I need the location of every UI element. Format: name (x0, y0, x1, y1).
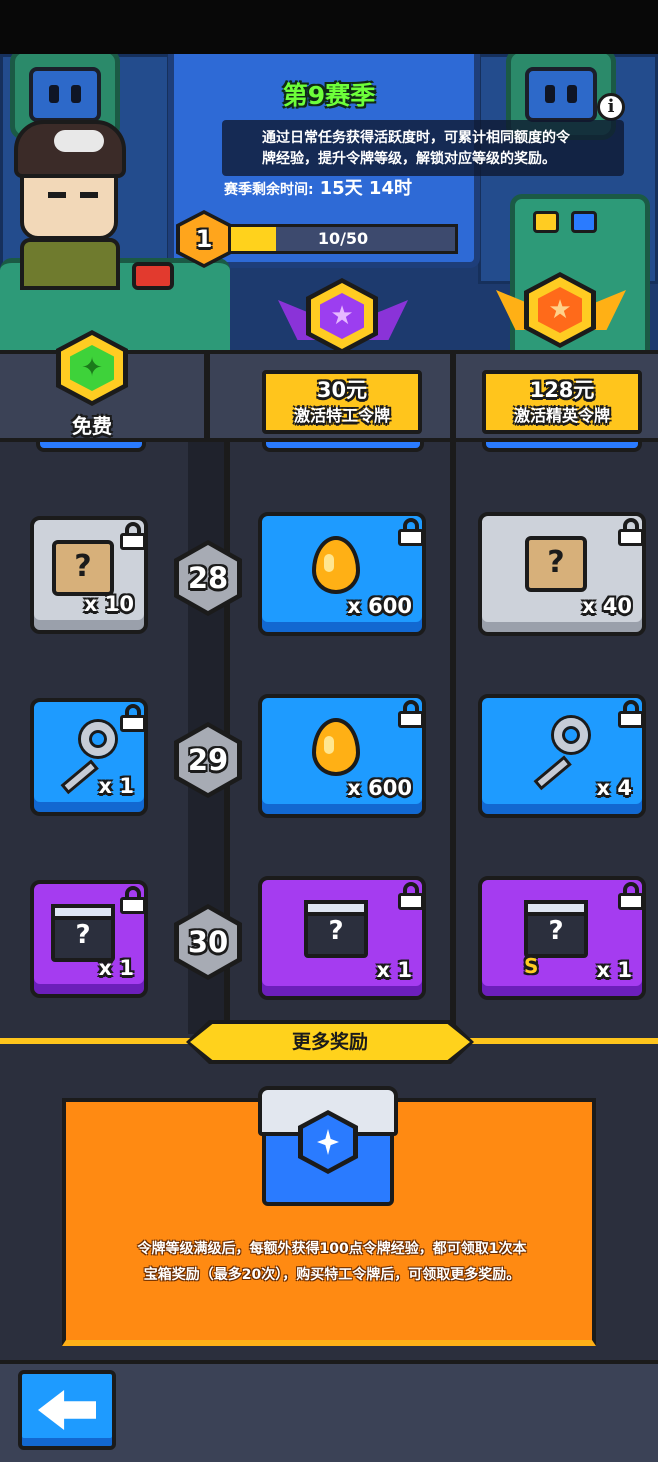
lock-icon (120, 704, 144, 732)
free-column-label: 免费 (72, 414, 112, 438)
chest-icon: ? (51, 904, 115, 962)
chest-icon: ? (304, 900, 368, 958)
agent-pass-name: 激活特工令牌 (293, 406, 390, 425)
agent-pass-price: 30元 (316, 378, 368, 402)
remaining-label: 赛季剩余时间: (224, 182, 314, 198)
description-line-1: 通过日常任务获得活跃度时，可累计相同额度的令 (262, 130, 570, 146)
season-remaining: 赛季剩余时间: 15天 14时 (224, 174, 504, 204)
reward-quantity: x 1 (98, 774, 134, 798)
level-number: 29 (179, 727, 237, 793)
free-reward-tile-level-29[interactable]: x 1 (30, 698, 148, 816)
scroll-icon: ? (525, 536, 587, 592)
pass-level-value: 1 (180, 214, 228, 264)
lock-icon (618, 518, 642, 546)
previous-reward-tile (482, 442, 642, 452)
reward-quantity: x 40 (581, 594, 632, 618)
more-rewards-banner: 更多奖励 (186, 1020, 474, 1064)
elite-pass-name: 激活精英令牌 (513, 406, 610, 425)
reward-quantity: x 1 (376, 958, 412, 982)
status-bar (0, 0, 658, 54)
elite-reward-tile-level-28[interactable]: ? x 40 (478, 512, 646, 636)
elite-pass-price: 128元 (529, 378, 595, 402)
xp-progress-bar: 10/50 (228, 224, 458, 254)
key-icon (51, 722, 115, 795)
elite-reward-tile-level-29[interactable]: x 4 (478, 694, 646, 818)
lock-icon (398, 700, 422, 728)
remaining-value: 15天 14时 (319, 178, 412, 199)
lock-icon (120, 886, 144, 914)
reward-quantity: x 600 (347, 594, 412, 618)
elite-reward-tile-level-30[interactable]: ? x 1 S (478, 876, 646, 1000)
activate-agent-pass-button[interactable]: 30元 激活特工令牌 (262, 370, 422, 434)
chest-icon: ? (524, 900, 588, 958)
key-icon (524, 718, 588, 791)
agent-reward-tile-level-30[interactable]: ? x 1 (258, 876, 426, 1000)
reward-quantity: x 1 (98, 956, 134, 980)
previous-reward-tile (262, 442, 424, 452)
agent-character (14, 120, 126, 290)
column-divider (450, 350, 456, 442)
red-button (132, 262, 174, 290)
reward-quantity: x 4 (596, 776, 632, 800)
back-arrow-icon (38, 1390, 96, 1430)
lock-icon (398, 518, 422, 546)
column-divider (204, 350, 210, 442)
free-reward-tile-level-30[interactable]: ? x 1 (30, 880, 148, 998)
bonus-line-2: 宝箱奖励（最多20次），购买特工令牌后，可领取更多奖励。 (143, 1267, 521, 1283)
lock-icon (398, 882, 422, 910)
xp-progress-text: 10/50 (317, 229, 369, 248)
lock-icon (618, 882, 642, 910)
more-rewards-label: 更多奖励 (190, 1024, 470, 1060)
level-number: 30 (179, 909, 237, 975)
agent-reward-tile-level-29[interactable]: x 600 (258, 694, 426, 818)
lock-icon (618, 700, 642, 728)
scroll-icon: ? (52, 540, 114, 596)
season-title: 第9赛季 (282, 81, 376, 110)
lane-divider (450, 442, 456, 1034)
reward-quantity: x 600 (347, 776, 412, 800)
activate-elite-pass-button[interactable]: 128元 激活精英令牌 (482, 370, 642, 434)
back-button[interactable] (18, 1370, 116, 1450)
level-number: 28 (179, 545, 237, 611)
free-reward-tile-level-28[interactable]: ? x 10 (30, 516, 148, 634)
bonus-chest-icon[interactable] (258, 1086, 398, 1206)
description-line-2: 牌经验，提升令牌等级，解锁对应等级的奖励。 (262, 151, 556, 167)
reward-quantity: x 1 (596, 958, 632, 982)
drop-icon (312, 718, 360, 776)
bonus-line-1: 令牌等级满级后，每额外获得100点令牌经验，都可领取1次本 (137, 1241, 527, 1257)
previous-reward-tile (36, 442, 146, 452)
agent-reward-tile-level-28[interactable]: x 600 (258, 512, 426, 636)
reward-quantity: x 10 (83, 592, 134, 616)
s-rank-badge: S (524, 954, 539, 978)
bonus-description: 令牌等级满级后，每额外获得100点令牌经验，都可领取1次本 宝箱奖励（最多20次… (92, 1236, 572, 1288)
season-description: 通过日常任务获得活跃度时，可累计相同额度的令 牌经验，提升令牌等级，解锁对应等级… (222, 120, 624, 176)
lock-icon (120, 522, 144, 550)
drop-icon (312, 536, 360, 594)
info-icon[interactable]: i (597, 93, 625, 121)
